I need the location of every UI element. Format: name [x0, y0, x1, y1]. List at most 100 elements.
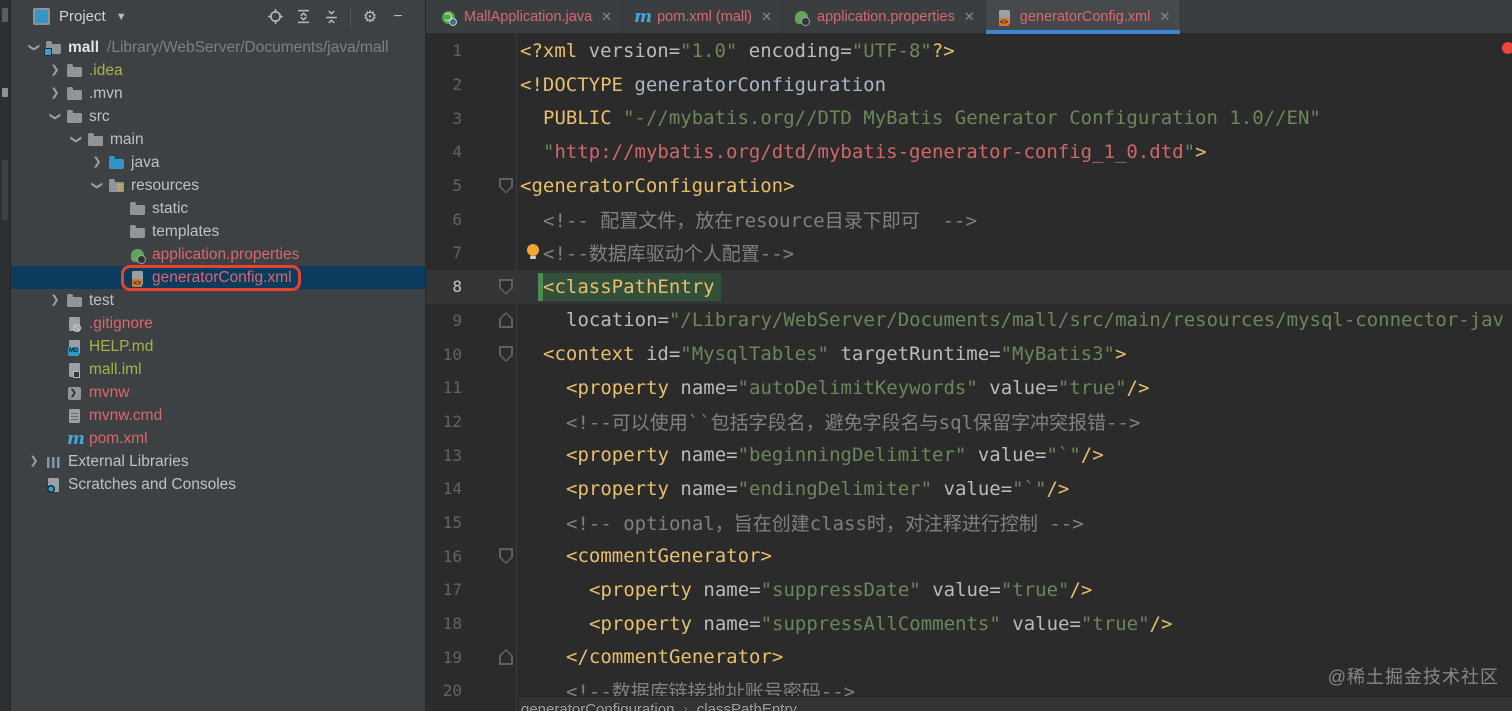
- chevron-collapsed-icon[interactable]: ❯: [44, 65, 66, 76]
- tree-row-.idea[interactable]: ❯ .idea: [11, 59, 425, 82]
- code-text: <!-- optional，旨在创建class时，对注释进行控制 -->: [566, 512, 1084, 535]
- fold-marker-icon[interactable]: [499, 649, 513, 665]
- error-stripe-mark[interactable]: [1502, 42, 1512, 54]
- tree-row-generatorconfig.xml[interactable]: generatorConfig.xml: [11, 264, 425, 291]
- code-line[interactable]: 8 <classPathEntry: [426, 269, 1512, 304]
- tree-row-.mvn[interactable]: ❯ .mvn: [11, 82, 425, 105]
- scratches-icon: [45, 477, 63, 493]
- tree-row-.gitignore[interactable]: .gitignore: [11, 312, 425, 335]
- chevron-collapsed-icon[interactable]: ❯: [44, 295, 66, 306]
- fold-slot: [499, 279, 513, 295]
- code-line[interactable]: 15 <!-- optional，旨在创建class时，对注释进行控制 -->: [426, 506, 1512, 540]
- code-line[interactable]: 11 <property name= "autoDelimitKeywords" v…: [426, 371, 1512, 405]
- hide-icon[interactable]: −: [389, 8, 407, 26]
- tree-item-label: .mvn: [89, 84, 123, 102]
- tool-stripe-icon[interactable]: [2, 88, 8, 97]
- tree-row-test[interactable]: ❯ test: [11, 289, 425, 312]
- tree-row-mvnw.cmd[interactable]: mvnw.cmd: [11, 404, 425, 427]
- tool-window-bar[interactable]: [0, 0, 11, 711]
- gutter: 17: [426, 573, 516, 607]
- code-line[interactable]: 2 <!DOCTYPE generatorConfiguration: [426, 68, 1512, 102]
- chevron-collapsed-icon[interactable]: ❯: [86, 157, 108, 168]
- code-line[interactable]: 16 <commentGenerator>: [426, 539, 1512, 573]
- tab-mallapplication.java[interactable]: MallApplication.java ✕: [430, 0, 624, 33]
- line-number: 10: [442, 344, 462, 364]
- chevron-expanded-icon[interactable]: ❯: [44, 111, 66, 122]
- code-line[interactable]: 6 <!-- 配置文件，放在resource目录下即可 -->: [426, 202, 1512, 236]
- expand-all-icon[interactable]: [294, 8, 312, 26]
- close-icon[interactable]: ✕: [1159, 9, 1170, 25]
- fold-marker-icon[interactable]: [499, 346, 513, 362]
- code-line[interactable]: 4 " http://mybatis.org/dtd/mybatis-generat…: [426, 135, 1512, 169]
- line-number: 16: [442, 546, 462, 566]
- chevron-collapsed-icon[interactable]: ❯: [23, 456, 45, 467]
- tree-row-pom.xml[interactable]: m pom.xml: [11, 427, 425, 450]
- tree-row-mall[interactable]: ❯ mall/Library/WebServer/Documents/java/m…: [11, 36, 425, 59]
- code-line[interactable]: 12 <!--可以使用``包括字段名，避免字段名与sql保留字冲突报错-->: [426, 405, 1512, 439]
- code-line[interactable]: 5 <generatorConfiguration>: [426, 169, 1512, 203]
- fold-slot: [499, 110, 513, 126]
- tool-stripe-icon[interactable]: [2, 160, 8, 220]
- tree-row-external-libraries[interactable]: ❯ External Libraries: [11, 450, 425, 473]
- chevron-down-icon[interactable]: ▼: [116, 11, 127, 23]
- tab-generatorconfig.xml[interactable]: generatorConfig.xml ✕: [985, 0, 1182, 34]
- code-line[interactable]: 7 <!--数据库驱动个人配置-->: [426, 236, 1512, 270]
- tab-application.properties[interactable]: application.properties ✕: [783, 0, 986, 33]
- tree-row-static[interactable]: static: [11, 197, 425, 220]
- tab-pom.xml-mall-[interactable]: m pom.xml (mall) ✕: [623, 0, 784, 33]
- fold-slot: [499, 77, 513, 93]
- code-editor[interactable]: 1 <?xml version= "1.0" encoding= "UTF-8" ?> 2…: [426, 34, 1512, 711]
- chevron-expanded-icon[interactable]: ❯: [65, 134, 87, 145]
- code-line[interactable]: 1 <?xml version= "1.0" encoding= "UTF-8" ?>: [426, 34, 1512, 68]
- tree-item-label: mall: [68, 38, 100, 56]
- collapse-all-icon[interactable]: [322, 8, 340, 26]
- code-line[interactable]: 17 <property name= "suppressDate" value= "t…: [426, 573, 1512, 607]
- close-icon[interactable]: ✕: [761, 9, 772, 25]
- code-line[interactable]: 13 <property name= "beginningDelimiter" va…: [426, 438, 1512, 472]
- fold-slot: [499, 582, 513, 598]
- code-line[interactable]: 3 PUBLIC "-//mybatis.org//DTD MyBatis Gen…: [426, 101, 1512, 135]
- editor-tab-bar: MallApplication.java ✕ m pom.xml (mall) ✕ app…: [426, 0, 1512, 34]
- code-line[interactable]: 18 <property name= "suppressAllComments" v…: [426, 607, 1512, 641]
- locate-icon[interactable]: [266, 8, 284, 26]
- tool-stripe-icon[interactable]: [2, 8, 8, 22]
- code-line[interactable]: 14 <property name= "endingDelimiter" value…: [426, 472, 1512, 506]
- gutter: 16: [426, 539, 516, 573]
- fold-slot: [499, 178, 513, 194]
- tree-row-templates[interactable]: templates: [11, 220, 425, 243]
- fold-marker-icon[interactable]: [499, 178, 513, 194]
- close-icon[interactable]: ✕: [964, 9, 975, 25]
- editor-area: MallApplication.java ✕ m pom.xml (mall) ✕ app…: [426, 0, 1512, 711]
- line-number: 3: [452, 108, 462, 128]
- tree-item-content: test: [66, 292, 114, 310]
- settings-icon[interactable]: ⚙: [361, 8, 379, 26]
- tree-item-label: templates: [152, 222, 220, 240]
- tree-row-scratches-and-consoles[interactable]: Scratches and Consoles: [11, 473, 425, 496]
- tree-row-mvnw[interactable]: mvnw: [11, 381, 425, 404]
- code-line[interactable]: 9 location= "/Library/WebServer/Documents/…: [426, 304, 1512, 338]
- intention-bulb-icon[interactable]: [527, 244, 539, 260]
- tree-row-java[interactable]: ❯ java: [11, 151, 425, 174]
- chevron-collapsed-icon[interactable]: ❯: [44, 88, 66, 99]
- tree-item-label: HELP.md: [89, 337, 154, 355]
- chevron-expanded-icon[interactable]: ❯: [86, 180, 108, 191]
- tree-row-application.properties[interactable]: application.properties: [11, 243, 425, 266]
- breadcrumb-item[interactable]: generatorConfiguration: [521, 701, 674, 711]
- fold-marker-icon[interactable]: [499, 548, 513, 564]
- gutter: 19: [426, 640, 516, 674]
- code-line[interactable]: 10 <context id= "MysqlTables" targetRuntim…: [426, 337, 1512, 371]
- tree-row-src[interactable]: ❯ src: [11, 105, 425, 128]
- tree-item-label: resources: [131, 176, 200, 194]
- gutter: 1: [426, 34, 516, 68]
- close-icon[interactable]: ✕: [601, 9, 612, 25]
- tree-row-resources[interactable]: ❯ resources: [11, 174, 425, 197]
- fold-marker-icon[interactable]: [499, 279, 513, 295]
- fold-marker-icon[interactable]: [499, 312, 513, 328]
- tree-row-main[interactable]: ❯ main: [11, 128, 425, 151]
- code-text: <?xml version= "1.0" encoding= "UTF-8" ?>: [520, 39, 955, 62]
- tree-row-mall.iml[interactable]: mall.iml: [11, 358, 425, 381]
- tree-row-help.md[interactable]: HELP.md: [11, 335, 425, 358]
- chevron-expanded-icon[interactable]: ❯: [23, 42, 45, 53]
- file-git-icon: [66, 316, 84, 332]
- breadcrumb-item[interactable]: classPathEntry: [697, 701, 797, 711]
